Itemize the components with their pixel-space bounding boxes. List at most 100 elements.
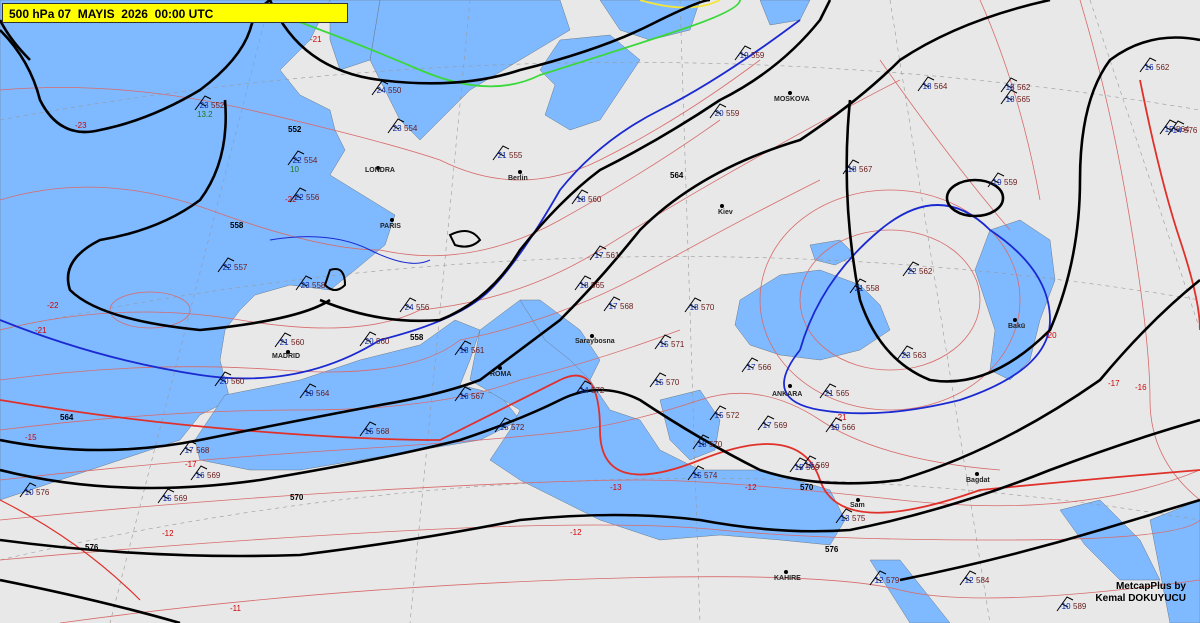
isotherm-label: -20 [1045, 331, 1057, 340]
station-height: 565 [591, 281, 605, 290]
station-height: 575 [852, 514, 866, 523]
station-height: 559 [751, 51, 765, 60]
station-height: 566 [758, 363, 772, 372]
station-height: 565 [1017, 95, 1031, 104]
station-temperature: -13 [838, 514, 850, 523]
isotherm-label: -13 [610, 483, 622, 492]
station-temperature: -19 [990, 178, 1002, 187]
station-temperature: -18 [574, 195, 586, 204]
station-temperature: -17 [182, 446, 194, 455]
station-temperature: -23 [197, 101, 209, 110]
station-height: 567 [859, 165, 873, 174]
station-height: 550 [388, 86, 402, 95]
station-temperature: -17 [606, 302, 618, 311]
city-marker: LONDRA [365, 166, 395, 174]
station-temperature: -15 [652, 378, 664, 387]
svg-text:Sam: Sam [850, 502, 865, 509]
station-temperature: -19 [302, 389, 314, 398]
isotherm-label: -12 [162, 529, 174, 538]
isotherm-label: -15 [25, 433, 37, 442]
isotherm-label: -12 [745, 483, 757, 492]
station-height: 579 [886, 576, 900, 585]
station-temperature: -15 [690, 471, 702, 480]
svg-text:Kiev: Kiev [718, 209, 733, 216]
station-height: 572 [591, 386, 605, 395]
station-temperature: -23 [390, 124, 402, 133]
station-height: 568 [196, 446, 210, 455]
station-height: 576 [1184, 126, 1198, 135]
contour-label: 564 [60, 413, 74, 422]
credit-line-2: Kemal DOKUYUCU [1095, 593, 1186, 604]
svg-text:ANKARA: ANKARA [772, 391, 802, 398]
station-height: 570 [709, 440, 723, 449]
station-height: 558 [866, 284, 880, 293]
station-height: 568 [376, 427, 390, 436]
station-dewpoint: 13.2 [197, 110, 213, 119]
svg-text:MOSKOVA: MOSKOVA [774, 96, 810, 103]
station-temperature: -21 [852, 284, 864, 293]
isotherm-label: -17 [1108, 379, 1120, 388]
station-temperature: -19 [737, 51, 749, 60]
contour-label: 570 [800, 483, 814, 492]
station-height: 562 [919, 267, 933, 276]
contour-label: 570 [290, 493, 304, 502]
contour-label: 564 [670, 171, 684, 180]
station-height: 570 [666, 378, 680, 387]
station-height: 554 [404, 124, 418, 133]
contour-label: 552 [288, 125, 302, 134]
station-temperature: -18 [920, 82, 932, 91]
credit-block: MetcapPlus by Kemal DOKUYUCU [1095, 581, 1186, 605]
station-temperature: -18 [1003, 95, 1015, 104]
station-height: 565 [836, 389, 850, 398]
station-temperature: -16 [193, 471, 205, 480]
station-temperature: -19 [828, 423, 840, 432]
svg-text:Bakü: Bakü [1008, 323, 1025, 330]
station-height: 572 [511, 423, 525, 432]
station-height: 557 [234, 263, 248, 272]
station-temperature: -17 [744, 363, 756, 372]
station-dewpoint: 10 [290, 165, 299, 174]
map-title: 500 hPa 07 MAYIS 2026 00:00 UTC [2, 3, 348, 23]
station-temperature: -18 [577, 281, 589, 290]
station-temperature: -20 [217, 377, 229, 386]
station-temperature: -18 [457, 346, 469, 355]
station-temperature: -16 [457, 392, 469, 401]
svg-text:MADRID: MADRID [272, 353, 300, 360]
isotherm-label: -23 [75, 121, 87, 130]
station-height: 559 [1004, 178, 1018, 187]
svg-text:PARIS: PARIS [380, 223, 401, 230]
credit-line-1: MetcapPlus by [1115, 581, 1186, 592]
station-height: 555 [509, 151, 523, 160]
station-height: 560 [231, 377, 245, 386]
station-temperature: -21 [277, 338, 289, 347]
station-height: 569 [774, 421, 788, 430]
map-canvas: 558 552 558 564 564 570 570 576 576 -23 … [0, 0, 1200, 623]
station-temperature: -22 [292, 193, 304, 202]
station-temperature: -18 [687, 303, 699, 312]
station-height: 567 [471, 392, 485, 401]
station-height: 562 [1017, 83, 1031, 92]
isotherm-label: -16 [1135, 383, 1147, 392]
station-temperature: -12 [962, 576, 974, 585]
station-temperature: -24 [402, 303, 414, 312]
station-temperature: -18 [845, 165, 857, 174]
station-height: 556 [416, 303, 430, 312]
isotherm-label: -22 [47, 301, 59, 310]
svg-text:Berlin: Berlin [508, 175, 528, 182]
station-temperature: -20 [362, 337, 374, 346]
station-height: 560 [588, 195, 602, 204]
station-temperature: -17 [592, 251, 604, 260]
contour-label: 576 [825, 545, 839, 554]
station-height: 560 [376, 337, 390, 346]
station-temperature: -15 [712, 411, 724, 420]
svg-text:ROMA: ROMA [490, 371, 511, 378]
station-temperature: -15 [362, 427, 374, 436]
station-height: 561 [471, 346, 485, 355]
station-temperature: -21 [822, 389, 834, 398]
station-height: 552 [211, 101, 225, 110]
station-temperature: -10 [1059, 602, 1071, 611]
svg-text:LONDRA: LONDRA [365, 167, 395, 174]
station-temperature: -20 [712, 109, 724, 118]
contour-label: 558 [410, 333, 424, 342]
station-temperature: -18 [695, 440, 707, 449]
